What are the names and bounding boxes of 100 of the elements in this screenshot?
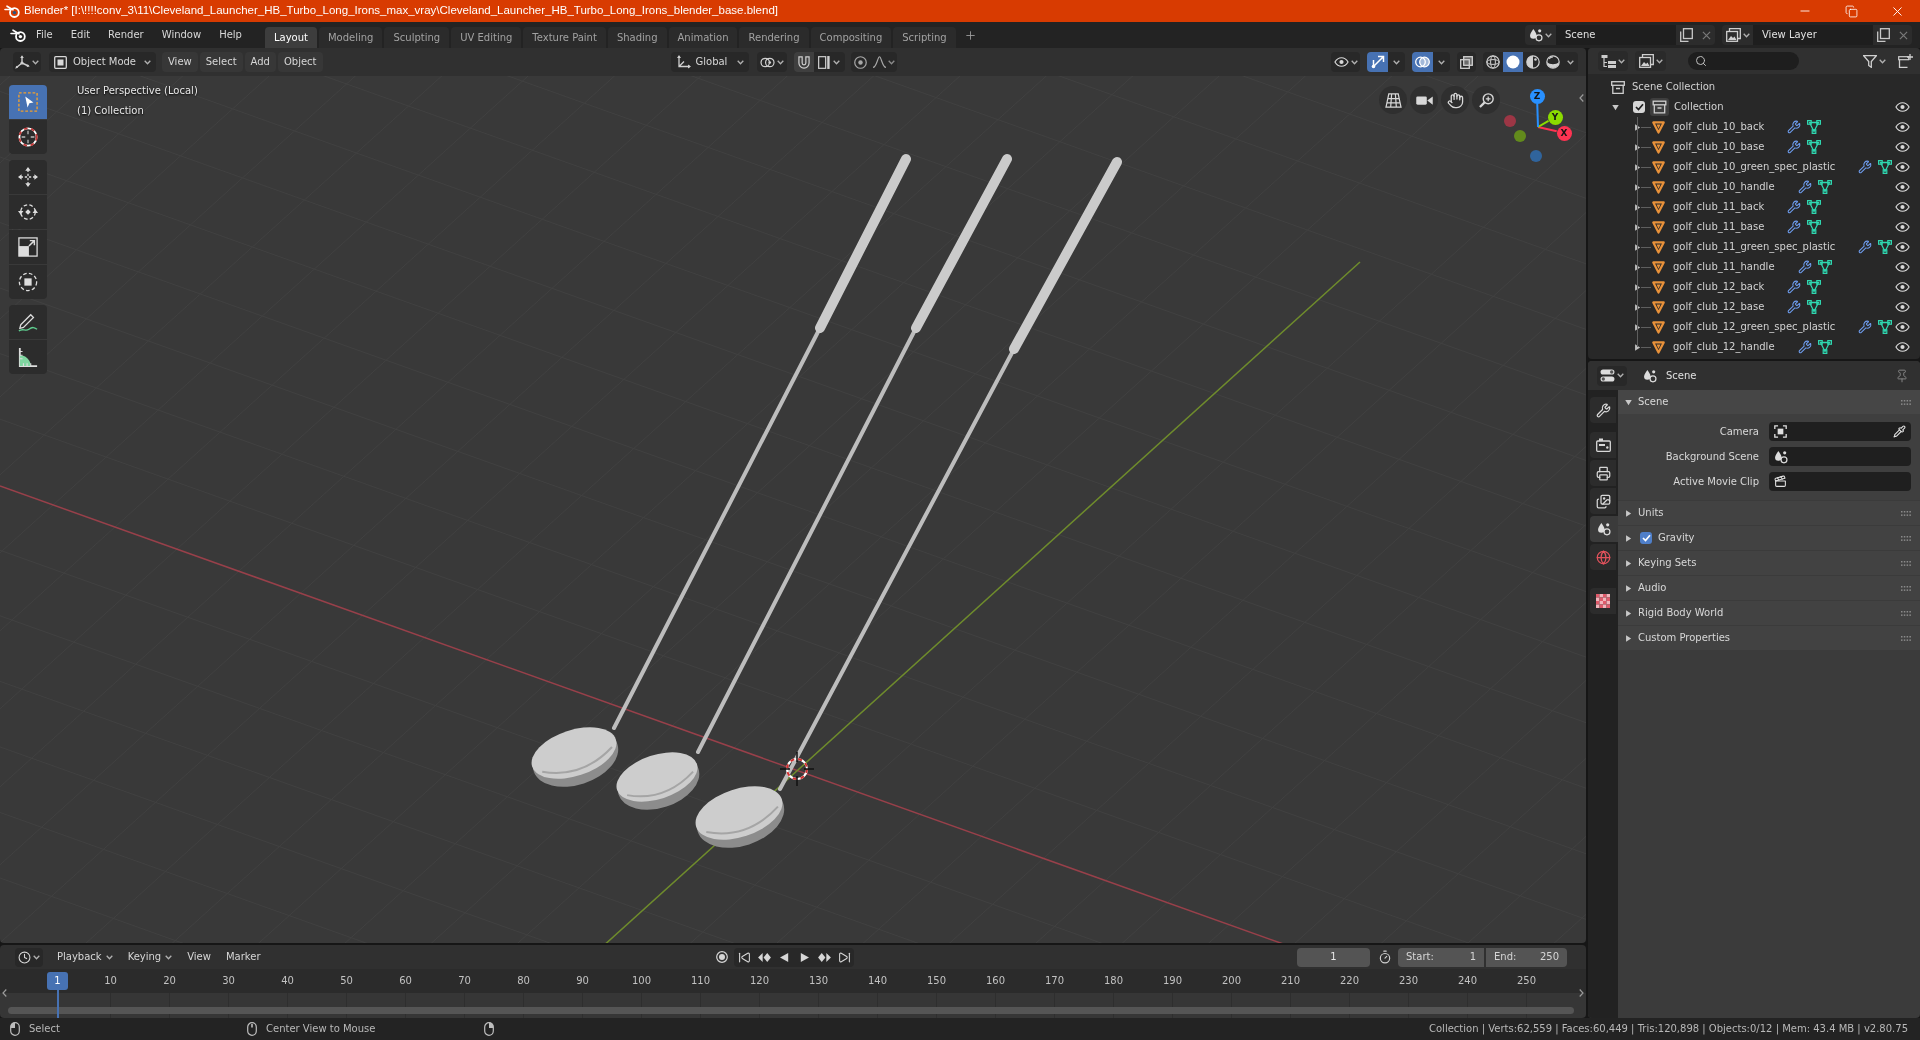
scene-field[interactable] [1769,447,1911,466]
expand-arrow-icon[interactable] [1634,143,1641,151]
visibility-dropdown[interactable] [1331,52,1360,72]
shading-mode-button[interactable] [1503,52,1523,72]
checkbox[interactable] [1640,532,1652,544]
chevron-right-icon[interactable] [1579,989,1584,997]
movie-clip-field[interactable] [1769,472,1911,491]
panel-header[interactable]: Units [1618,501,1920,525]
snap-target-dropdown[interactable] [813,52,845,72]
tree-item-label[interactable]: golf_club_12_handle [1673,342,1775,352]
tool-button[interactable] [9,160,47,194]
visibility-eye-icon[interactable] [1895,342,1910,352]
tool-button[interactable] [9,340,47,374]
expand-arrow-icon[interactable] [1625,559,1632,567]
tool-button[interactable] [9,305,47,339]
chevron-left-icon[interactable] [1579,94,1584,102]
playhead[interactable]: 1 [47,972,68,1018]
properties-tab[interactable] [1590,588,1616,614]
menu-item[interactable]: Add [244,52,276,72]
falloff-dropdown[interactable] [870,52,897,72]
panel-header[interactable]: Audio [1618,576,1920,600]
orientation-dropdown[interactable]: Global [670,52,749,72]
shading-mode-button[interactable] [1483,52,1503,72]
menu-item[interactable]: View [181,947,217,967]
panel-header[interactable]: Scene [1618,390,1920,414]
tool-button[interactable] [9,265,47,299]
panel-header[interactable]: Rigid Body World [1618,601,1920,625]
expand-arrow-icon[interactable] [1634,123,1641,131]
workspace-tab[interactable]: Compositing [810,27,892,48]
mode-dropdown[interactable]: Object Mode [49,52,156,72]
checkbox[interactable] [1633,101,1645,113]
proportional-edit-toggle[interactable] [850,52,871,72]
expand-arrow-icon[interactable] [1634,163,1641,171]
expand-arrow-icon[interactable] [1612,103,1619,111]
editor-type-button[interactable] [15,947,43,967]
editor-type-button[interactable] [1597,365,1627,386]
pin-button[interactable] [1894,367,1910,384]
gizmo-toggle[interactable] [1367,52,1388,72]
camera-view-button[interactable] [1410,86,1438,114]
view-layer-name-field[interactable]: View Layer [1753,25,1873,45]
expand-arrow-icon[interactable] [1634,303,1641,311]
tool-button[interactable] [9,230,47,264]
shading-options-dropdown[interactable] [1563,52,1578,72]
expand-arrow-icon[interactable] [1634,223,1641,231]
tree-item-label[interactable]: golf_club_11_green_spec_plastic [1673,242,1836,252]
start-frame-field[interactable]: Start: 1 [1398,947,1484,967]
expand-arrow-icon[interactable] [1634,323,1641,331]
visibility-eye-icon[interactable] [1895,162,1910,172]
close-icon[interactable] [1701,30,1711,40]
end-frame-field[interactable]: End: 250 [1486,947,1567,967]
expand-arrow-icon[interactable] [1625,398,1632,406]
workspace-tab[interactable]: Scripting [893,27,956,48]
properties-tab[interactable] [1590,460,1616,486]
menu-item[interactable]: Window [152,25,211,45]
editor-type-button[interactable] [1598,51,1628,71]
panel-header[interactable]: Keying Sets [1618,551,1920,575]
visibility-eye-icon[interactable] [1895,122,1910,132]
perspective-toggle[interactable] [1379,86,1407,114]
workspace-tab[interactable]: Rendering [739,27,809,48]
tree-item-label[interactable]: golf_club_11_base [1673,222,1765,232]
workspace-tab[interactable]: UV Editing [451,27,522,48]
expand-arrow-icon[interactable] [1634,203,1641,211]
visibility-eye-icon[interactable] [1895,142,1910,152]
visibility-eye-icon[interactable] [1895,302,1910,312]
workspace-tab[interactable]: Animation [668,27,738,48]
scrollbar[interactable] [8,1007,1574,1014]
tree-item-label[interactable]: golf_club_11_handle [1673,262,1775,272]
display-mode-button[interactable] [1635,51,1666,71]
expand-arrow-icon[interactable] [1634,243,1641,251]
visibility-eye-icon[interactable] [1895,182,1910,192]
expand-arrow-icon[interactable] [1625,584,1632,592]
visibility-eye-icon[interactable] [1895,262,1910,272]
visibility-eye-icon[interactable] [1895,242,1910,252]
editor-type-button[interactable] [13,52,41,72]
new-view-layer-button[interactable] [1873,25,1894,45]
visibility-eye-icon[interactable] [1895,102,1910,112]
new-scene-button[interactable] [1676,25,1697,45]
tree-item-label[interactable]: golf_club_12_green_spec_plastic [1673,322,1836,332]
menu-dropdown[interactable]: Playback [51,947,119,967]
visibility-eye-icon[interactable] [1895,322,1910,332]
expand-arrow-icon[interactable] [1634,263,1641,271]
menu-item[interactable]: Edit [61,25,100,45]
overlays-toggle[interactable] [1412,52,1433,72]
panel-header[interactable]: Custom Properties [1618,626,1920,650]
shading-mode-button[interactable] [1523,52,1543,72]
view-layer-browse-button[interactable] [1722,25,1753,45]
expand-arrow-icon[interactable] [1625,509,1632,517]
options-dropdown[interactable] [1433,52,1450,72]
close-icon[interactable] [1898,30,1908,40]
menu-item[interactable]: Render [99,25,153,45]
visibility-eye-icon[interactable] [1895,222,1910,232]
visibility-eye-icon[interactable] [1895,282,1910,292]
new-collection-button[interactable] [1895,51,1915,71]
menu-item[interactable]: Marker [219,947,267,967]
chevron-left-icon[interactable] [2,989,7,997]
panel-header[interactable]: Gravity [1618,526,1920,550]
tree-item-label[interactable]: golf_club_10_base [1673,142,1765,152]
pan-view-button[interactable] [1441,86,1469,114]
workspace-tab[interactable]: Texture Paint [523,27,606,48]
visibility-eye-icon[interactable] [1895,202,1910,212]
